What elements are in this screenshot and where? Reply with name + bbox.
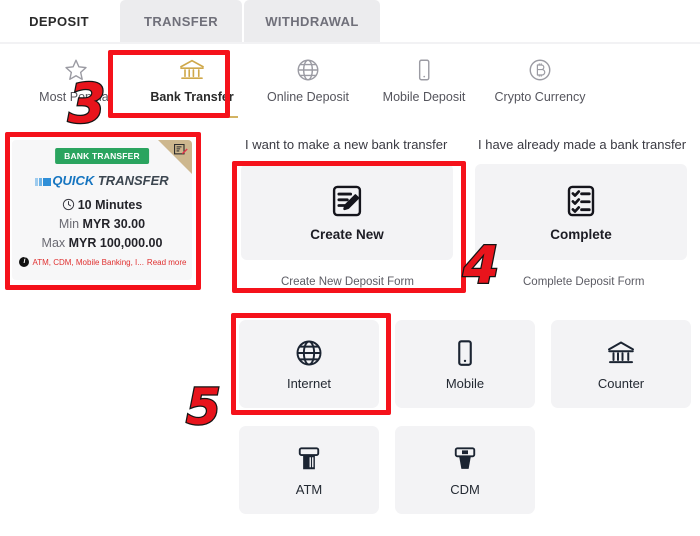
form-edit-icon	[329, 183, 365, 219]
complete-label: Complete	[550, 226, 612, 242]
method-bank-transfer[interactable]: Bank Transfer	[134, 46, 250, 118]
tabbar-filler	[380, 0, 700, 42]
channel-cdm[interactable]: CDM	[395, 426, 535, 514]
globe-icon	[295, 55, 321, 85]
promo-duration-value: 10 Minutes	[77, 198, 143, 212]
tab-withdrawal-label: WITHDRAWAL	[265, 13, 359, 29]
channel-mobile-label: Mobile	[445, 376, 485, 391]
promo-duration-row: 10 Minutes	[12, 198, 192, 212]
quick-transfer-bars-icon	[35, 178, 52, 186]
channel-counter-label: Counter	[597, 376, 645, 391]
create-new-box[interactable]: Create New	[241, 164, 453, 260]
annotation-number-4: 4	[462, 236, 501, 296]
mobile-phone-icon	[411, 55, 437, 85]
promo-max-label: Max	[41, 236, 66, 250]
promo-min-value: MYR 30.00	[82, 217, 146, 231]
create-new-label: Create New	[310, 226, 384, 242]
bank-transfer-badge: BANK TRANSFER	[55, 148, 149, 164]
checklist-icon	[563, 183, 599, 219]
tab-transfer[interactable]: TRANSFER	[120, 0, 242, 42]
annotation-number-3: 3	[67, 72, 107, 135]
tabbar-divider	[0, 42, 700, 44]
quick-transfer-logo: QUICK TRANSFER	[12, 173, 192, 188]
channel-atm[interactable]: ATM	[239, 426, 379, 514]
atm-icon	[294, 443, 324, 475]
promo-min-label: Min	[58, 217, 80, 231]
method-mobile-deposit-label: Mobile Deposit	[382, 90, 466, 104]
read-more-link[interactable]: Read more	[147, 258, 187, 267]
tab-deposit[interactable]: DEPOSIT	[0, 0, 118, 42]
method-online-deposit[interactable]: Online Deposit	[250, 46, 366, 118]
promo-tag-icon	[174, 144, 188, 155]
channel-counter[interactable]: Counter	[551, 320, 691, 408]
tab-withdrawal[interactable]: WITHDRAWAL	[244, 0, 380, 42]
channel-mobile[interactable]: Mobile	[395, 320, 535, 408]
deposit-page: DEPOSIT TRANSFER WITHDRAWAL Most Popular	[0, 0, 700, 536]
quick-transfer-logo-part1: QUICK	[52, 173, 95, 188]
tab-transfer-label: TRANSFER	[144, 13, 218, 29]
payment-method-strip: Most Popular Bank Transfer Online Deposi…	[0, 46, 700, 122]
channel-internet[interactable]: Internet	[239, 320, 379, 408]
promo-max-value: MYR 100,000.00	[68, 236, 163, 250]
promo-note-text: ATM, CDM, Mobile Banking, I...	[32, 257, 144, 267]
channel-atm-label: ATM	[295, 482, 323, 497]
promo-min-row: Min MYR 30.00	[12, 217, 192, 231]
already-made-transfer-heading: I have already made a bank transfer	[478, 137, 687, 152]
globe-icon	[294, 337, 324, 369]
annotation-number-5: 5	[185, 378, 222, 436]
channel-internet-label: Internet	[286, 376, 332, 391]
channel-cdm-label: CDM	[450, 482, 480, 497]
method-crypto-currency[interactable]: Crypto Currency	[482, 46, 598, 118]
bitcoin-circle-icon	[527, 55, 553, 85]
method-mobile-deposit[interactable]: Mobile Deposit	[366, 46, 482, 118]
main-tabbar: DEPOSIT TRANSFER WITHDRAWAL	[0, 0, 700, 42]
new-transfer-heading: I want to make a new bank transfer	[245, 137, 448, 152]
bank-icon	[178, 55, 206, 85]
method-online-deposit-label: Online Deposit	[267, 90, 349, 104]
bank-icon	[606, 337, 636, 369]
promo-note-row: i ATM, CDM, Mobile Banking, I... Read mo…	[18, 257, 188, 267]
method-bank-transfer-label: Bank Transfer	[150, 90, 234, 104]
clock-icon	[62, 198, 74, 211]
complete-box[interactable]: Complete	[475, 164, 687, 260]
mobile-phone-icon	[450, 337, 480, 369]
quick-transfer-logo-part2: TRANSFER	[97, 173, 169, 188]
promo-max-row: Max MYR 100,000.00	[12, 236, 192, 250]
bank-transfer-promo-card[interactable]: BANK TRANSFER QUICK TRANSFER 10 Minutes …	[12, 140, 192, 280]
complete-caption: Complete Deposit Form	[523, 276, 645, 288]
tab-deposit-label: DEPOSIT	[29, 13, 89, 29]
create-new-caption: Create New Deposit Form	[281, 276, 414, 288]
cdm-icon	[450, 443, 480, 475]
method-crypto-currency-label: Crypto Currency	[494, 90, 586, 104]
info-icon: i	[19, 257, 30, 267]
